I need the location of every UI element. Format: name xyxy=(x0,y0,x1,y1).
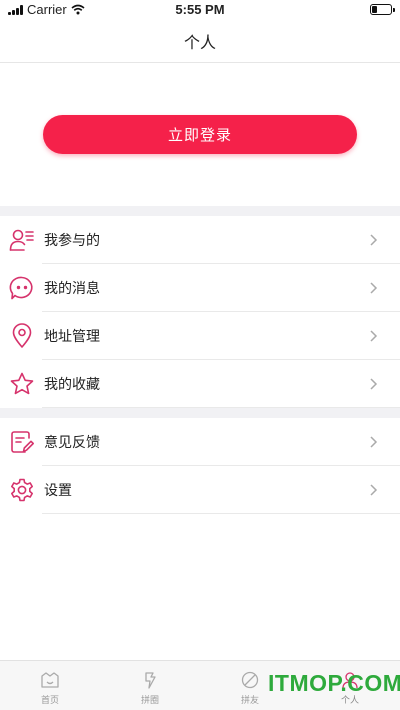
menu-item-participated[interactable]: 我参与的 xyxy=(0,216,400,264)
tab-home[interactable]: 首页 xyxy=(0,661,100,710)
menu-item-feedback[interactable]: 意见反馈 xyxy=(0,418,400,466)
chat-bubble-icon xyxy=(9,275,35,301)
chevron-right-icon xyxy=(370,436,378,448)
menu-item-favorites[interactable]: 我的收藏 xyxy=(0,360,400,408)
chevron-right-icon xyxy=(370,234,378,246)
menu-item-settings[interactable]: 设置 xyxy=(0,466,400,514)
section-separator xyxy=(0,206,400,216)
chevron-right-icon xyxy=(370,484,378,496)
login-button[interactable]: 立即登录 xyxy=(43,115,357,154)
menu-item-address[interactable]: 地址管理 xyxy=(0,312,400,360)
menu-label-feedback: 意见反馈 xyxy=(44,435,100,451)
user-list-icon xyxy=(9,227,35,253)
menu-label-favorites: 我的收藏 xyxy=(44,377,100,393)
friends-icon xyxy=(241,671,259,689)
menu-label-participated: 我参与的 xyxy=(44,233,100,249)
tab-circle[interactable]: 拼圈 xyxy=(100,661,200,710)
login-area: 立即登录 xyxy=(0,63,400,206)
status-bar: Carrier 5:55 PM xyxy=(0,0,400,20)
menu-group-main: 我参与的 我的消息 地址管理 我的收藏 xyxy=(0,216,400,408)
chevron-right-icon xyxy=(370,378,378,390)
menu-label-settings: 设置 xyxy=(44,483,72,499)
page-title: 个人 xyxy=(183,33,216,52)
tab-label-home: 首页 xyxy=(40,696,59,706)
menu-label-address: 地址管理 xyxy=(44,329,100,345)
circle-icon xyxy=(145,672,156,689)
chevron-right-icon xyxy=(370,330,378,342)
watermark: ITMOP.COM xyxy=(268,670,400,696)
feedback-icon xyxy=(9,429,35,455)
chevron-right-icon xyxy=(370,282,378,294)
menu-label-messages: 我的消息 xyxy=(44,281,100,297)
gear-icon xyxy=(9,477,35,503)
nav-bar: 个人 xyxy=(0,20,400,63)
battery-icon xyxy=(370,4,395,15)
menu-group-secondary: 意见反馈 设置 xyxy=(0,418,400,514)
star-icon xyxy=(9,371,35,397)
home-icon xyxy=(41,672,59,688)
section-separator xyxy=(0,408,400,418)
status-time: 5:55 PM xyxy=(175,2,225,17)
tab-label-friends: 拼友 xyxy=(240,696,259,706)
menu-item-messages[interactable]: 我的消息 xyxy=(0,264,400,312)
tab-label-circle: 拼圈 xyxy=(140,696,159,706)
location-pin-icon xyxy=(9,323,35,349)
